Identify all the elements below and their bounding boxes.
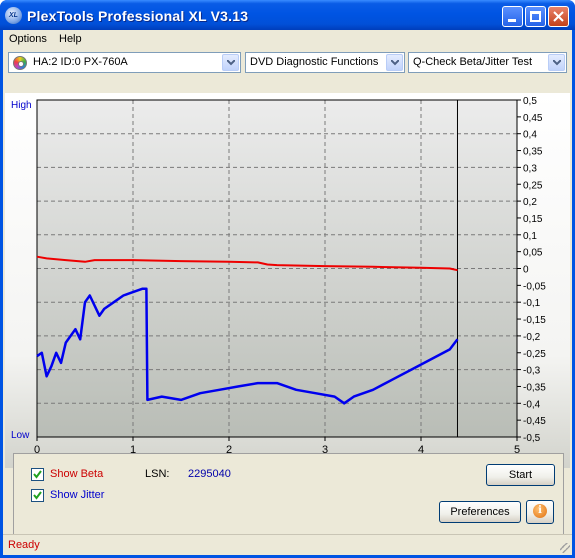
start-button[interactable]: Start xyxy=(486,464,555,486)
y-tick-label: 0,5 xyxy=(523,96,537,107)
y-tick-label: 0,1 xyxy=(523,231,537,242)
show-jitter-label[interactable]: Show Jitter xyxy=(50,489,104,501)
drive-dropdown-arrow[interactable] xyxy=(222,54,239,71)
y-tick-label: 0,05 xyxy=(523,248,543,259)
test-select[interactable]: Q-Check Beta/Jitter Test xyxy=(408,52,567,73)
app-icon: XL xyxy=(5,7,22,24)
options-panel: Show Beta Show Jitter LSN: 2295040 Start… xyxy=(13,453,564,543)
y-tick-label: 0,2 xyxy=(523,197,537,208)
title-bar[interactable]: XL PlexTools Professional XL V3.13 xyxy=(0,0,575,30)
show-beta-checkbox[interactable] xyxy=(31,468,44,481)
maximize-button[interactable] xyxy=(525,6,546,27)
y-tick-label: -0,25 xyxy=(523,349,546,360)
y-tick-label: 0 xyxy=(523,265,529,276)
info-button[interactable]: i xyxy=(526,500,554,524)
y-tick-label: 0,45 xyxy=(523,113,543,124)
y-tick-label: -0,05 xyxy=(523,281,546,292)
function-select[interactable]: DVD Diagnostic Functions xyxy=(245,52,405,73)
close-icon xyxy=(553,11,564,22)
y-tick-label: -0,3 xyxy=(523,366,541,377)
status-text: Ready xyxy=(8,539,40,551)
y-tick-label: 0,15 xyxy=(523,214,543,225)
y-tick-label: -0,4 xyxy=(523,399,541,410)
chevron-down-icon xyxy=(391,60,399,66)
application-window: XL PlexTools Professional XL V3.13 Optio… xyxy=(0,0,575,558)
lsn-value: 2295040 xyxy=(188,468,231,480)
chevron-down-icon xyxy=(553,60,561,66)
y-tick-label: 0,25 xyxy=(523,180,543,191)
y-tick-label: -0,2 xyxy=(523,332,541,343)
menu-help[interactable]: Help xyxy=(59,33,82,45)
y-tick-label: 0,3 xyxy=(523,163,537,174)
y-tick-label: 0,4 xyxy=(523,130,537,141)
menu-bar: Options Help xyxy=(3,30,572,49)
minimize-button[interactable] xyxy=(502,6,523,27)
lsn-label: LSN: xyxy=(145,468,170,480)
drive-select-value: HA:2 ID:0 PX-760A xyxy=(33,56,128,68)
preferences-button[interactable]: Preferences xyxy=(439,501,521,523)
status-bar: Ready xyxy=(3,534,572,555)
y-tick-label: 0,35 xyxy=(523,147,543,158)
y-tick-label: -0,15 xyxy=(523,315,546,326)
test-dropdown-arrow[interactable] xyxy=(548,54,565,71)
y-tick-label: -0,5 xyxy=(523,433,541,444)
y-tick-label: -0,45 xyxy=(523,416,546,427)
chevron-down-icon xyxy=(227,60,235,66)
client-area: Options Help HA:2 ID:0 PX-760A DVD Diagn… xyxy=(3,30,572,555)
maximize-icon xyxy=(530,11,541,22)
drive-select[interactable]: HA:2 ID:0 PX-760A xyxy=(8,52,241,73)
y-tick-label: -0,1 xyxy=(523,298,541,309)
menu-options[interactable]: Options xyxy=(9,33,47,45)
disc-icon xyxy=(13,56,27,70)
minimize-icon xyxy=(508,19,516,22)
test-select-value: Q-Check Beta/Jitter Test xyxy=(413,56,533,68)
chart-area: High Low 0 1 2 3 4 5 0,5 0,45 0,4 0,35 0,3 0,25 0,2 0… xyxy=(5,93,570,468)
close-button[interactable] xyxy=(548,6,569,27)
show-jitter-checkbox[interactable] xyxy=(31,489,44,502)
function-dropdown-arrow[interactable] xyxy=(386,54,403,71)
checkmark-icon xyxy=(33,470,42,479)
window-title: PlexTools Professional XL V3.13 xyxy=(27,8,249,24)
info-icon: i xyxy=(533,504,547,518)
function-select-value: DVD Diagnostic Functions xyxy=(250,56,379,68)
checkmark-icon xyxy=(33,491,42,500)
resize-grip-icon[interactable] xyxy=(560,543,570,553)
beta-jitter-chart: 0 1 2 3 4 50,50,450,40,350,30,250,20,150,10,0… xyxy=(34,96,546,456)
y-tick-label: -0,35 xyxy=(523,382,546,393)
show-beta-label[interactable]: Show Beta xyxy=(50,468,103,480)
